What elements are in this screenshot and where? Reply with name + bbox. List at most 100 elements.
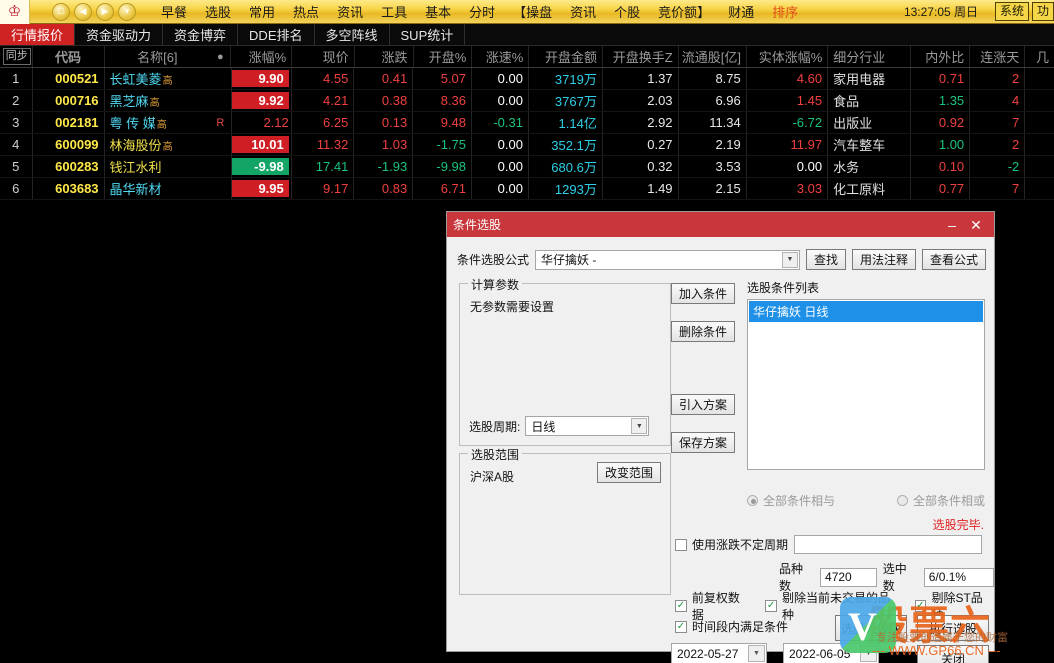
stock-name[interactable]: 黑芝麻高 xyxy=(105,90,211,111)
table-row[interactable]: 1000521长虹美菱高9.904.550.415.070.003719万1.3… xyxy=(0,68,1054,90)
col-header-body-pct[interactable]: 实体涨幅% xyxy=(747,46,828,67)
tab-dde-rank[interactable]: DDE排名 xyxy=(238,24,314,45)
system-button[interactable]: 系统 xyxy=(995,2,1029,21)
chevron-down-icon[interactable]: ▼ xyxy=(860,645,877,662)
menu-item-6[interactable]: 基本 xyxy=(416,2,460,21)
stock-code[interactable]: 000716 xyxy=(33,90,105,111)
find-button[interactable]: 查找 xyxy=(806,249,846,270)
hit-count-value: 6/0.1% xyxy=(924,568,994,587)
tab-sup-stats[interactable]: SUP统计 xyxy=(390,24,466,45)
change-range-button[interactable]: 改变范围 xyxy=(597,462,661,483)
menu-item-7[interactable]: 分时 xyxy=(460,2,504,21)
col-header-industry[interactable]: 细分行业 xyxy=(828,46,911,67)
change-pct-badge: 10.01 xyxy=(232,136,289,153)
formula-combo[interactable]: 华仔擒妖 - ▼ xyxy=(535,250,800,270)
save-plan-button[interactable]: 保存方案 xyxy=(671,432,735,453)
menu-item-4[interactable]: 资讯 xyxy=(328,2,372,21)
margin-flag xyxy=(210,134,231,155)
price-change: -1.93 xyxy=(354,156,413,177)
col-header-change-pct[interactable]: 涨幅% xyxy=(231,46,292,67)
radio-all-and[interactable]: 全部条件相与 xyxy=(747,492,835,509)
list-item[interactable]: 华仔擒妖 日线 xyxy=(749,301,983,322)
chevron-down-icon[interactable]: ▼ xyxy=(748,645,765,662)
pick-to-plate-button[interactable]: 选股入板块 xyxy=(835,615,907,641)
chevron-down-icon[interactable]: ▼ xyxy=(631,418,647,434)
table-row[interactable]: 3002181粤 传 媒高R2.126.250.139.48-0.311.14亿… xyxy=(0,112,1054,134)
nav-buttons: ☖ ◀ ▶ ▾ xyxy=(52,3,136,21)
condition-listbox[interactable]: 华仔擒妖 日线 xyxy=(747,299,985,470)
col-header-speed[interactable]: 涨速% xyxy=(472,46,529,67)
col-header-inout-ratio[interactable]: 内外比 xyxy=(911,46,970,67)
table-row[interactable]: 2000716黑芝麻高9.924.210.388.360.003767万2.03… xyxy=(0,90,1054,112)
menu-item-0[interactable]: 早餐 xyxy=(152,2,196,21)
stock-code[interactable]: 600099 xyxy=(33,134,105,155)
stock-name[interactable]: 粤 传 媒高 xyxy=(105,112,211,133)
stock-name[interactable]: 钱江水利 xyxy=(105,156,211,177)
in-period-checkbox[interactable]: ✓ 时间段内满足条件 xyxy=(675,618,788,635)
back-icon[interactable]: ◀ xyxy=(74,3,92,21)
menu-item-8[interactable]: 【操盘 xyxy=(504,2,561,21)
menu-item-9[interactable]: 资讯 xyxy=(561,2,605,21)
menu-item-12[interactable]: 财通 xyxy=(719,2,763,21)
stock-code[interactable]: 000521 xyxy=(33,68,105,89)
table-row[interactable]: 4600099林海股份高10.0111.321.03-1.750.00352.1… xyxy=(0,134,1054,156)
col-header-open-turnover[interactable]: 开盘换手Z xyxy=(603,46,679,67)
col-header-code[interactable]: 代码 xyxy=(33,46,105,67)
col-header-float-shares[interactable]: 流通股[亿] xyxy=(679,46,747,67)
tab-capital-drive[interactable]: 资金驱动力 xyxy=(75,24,163,45)
delete-condition-button[interactable]: 删除条件 xyxy=(671,321,735,342)
table-header-row: 同步 代码 名称[6] ● 涨幅% 现价 涨跌 开盘% 涨速% 开盘金额 开盘换… xyxy=(0,46,1054,68)
col-header-name[interactable]: 名称[6] xyxy=(105,46,211,67)
execute-pick-button[interactable]: 执行选股 xyxy=(917,615,989,641)
add-condition-button[interactable]: 加入条件 xyxy=(671,283,735,304)
stock-code[interactable]: 600283 xyxy=(33,156,105,177)
col-header-extra[interactable]: 几 xyxy=(1025,46,1054,67)
chevron-down-icon[interactable]: ▼ xyxy=(782,252,798,268)
name-suffix-tag: 高 xyxy=(150,94,160,111)
unstable-period-checkbox[interactable]: 使用涨跌不定周期 xyxy=(675,536,788,553)
tab-bull-bear[interactable]: 多空阵线 xyxy=(315,24,390,45)
stock-name[interactable]: 晶华新材 xyxy=(105,178,211,199)
menu-item-1[interactable]: 选股 xyxy=(196,2,240,21)
close-dialog-button[interactable]: 关闭 xyxy=(917,645,989,663)
import-plan-button[interactable]: 引入方案 xyxy=(671,394,735,415)
function-button[interactable]: 功 xyxy=(1032,2,1054,21)
unstable-period-input[interactable] xyxy=(794,535,982,554)
menu-item-3[interactable]: 热点 xyxy=(284,2,328,21)
top-toolbar: ♔ ☖ ◀ ▶ ▾ 早餐 选股 常用 热点 资讯 工具 基本 分时 【操盘 资讯… xyxy=(0,0,1054,24)
table-row[interactable]: 5600283钱江水利-9.9817.41-1.93-9.980.00680.6… xyxy=(0,156,1054,178)
end-date-input[interactable]: 2022-06-05 ▼ xyxy=(783,643,879,663)
table-row[interactable]: 6603683晶华新材9.959.170.836.710.001293万1.49… xyxy=(0,178,1054,200)
tab-capital-game[interactable]: 资金博弈 xyxy=(163,24,238,45)
col-header-up-days[interactable]: 连涨天 xyxy=(970,46,1025,67)
menu-item-5[interactable]: 工具 xyxy=(372,2,416,21)
menu-item-2[interactable]: 常用 xyxy=(240,2,284,21)
menu-item-10[interactable]: 个股 xyxy=(605,2,649,21)
minimize-icon[interactable]: – xyxy=(940,213,964,237)
col-header-open-amount[interactable]: 开盘金额 xyxy=(529,46,603,67)
forward-icon[interactable]: ▶ xyxy=(96,3,114,21)
inout-ratio: 1.00 xyxy=(911,134,970,155)
start-date-input[interactable]: 2022-05-27 ▼ xyxy=(671,643,767,663)
sync-toggle[interactable]: 同步 xyxy=(0,46,33,67)
menu-item-11[interactable]: 竞价额】 xyxy=(649,2,719,21)
stock-name[interactable]: 林海股份高 xyxy=(105,134,211,155)
period-combo[interactable]: 日线 ▼ xyxy=(525,416,649,436)
view-formula-button[interactable]: 查看公式 xyxy=(922,249,986,270)
home-icon[interactable]: ☖ xyxy=(52,3,70,21)
stock-name[interactable]: 长虹美菱高 xyxy=(105,68,211,89)
col-header-open-pct[interactable]: 开盘% xyxy=(414,46,473,67)
radio-all-or[interactable]: 全部条件相或 xyxy=(897,492,985,509)
chevrons-down-icon[interactable]: ▾ xyxy=(118,3,136,21)
stock-code[interactable]: 603683 xyxy=(33,178,105,199)
stock-code[interactable]: 002181 xyxy=(33,112,105,133)
calc-params-note: 无参数需要设置 xyxy=(470,298,554,315)
usage-note-button[interactable]: 用法注释 xyxy=(852,249,916,270)
tab-quotes[interactable]: 行情报价 xyxy=(0,24,75,45)
extra-col xyxy=(1025,134,1054,155)
col-header-change[interactable]: 涨跌 xyxy=(355,46,414,67)
col-header-price[interactable]: 现价 xyxy=(292,46,355,67)
change-pct-badge: -9.98 xyxy=(232,158,289,175)
menu-item-13[interactable]: 排序 xyxy=(763,2,807,21)
close-icon[interactable]: ✕ xyxy=(964,213,988,237)
